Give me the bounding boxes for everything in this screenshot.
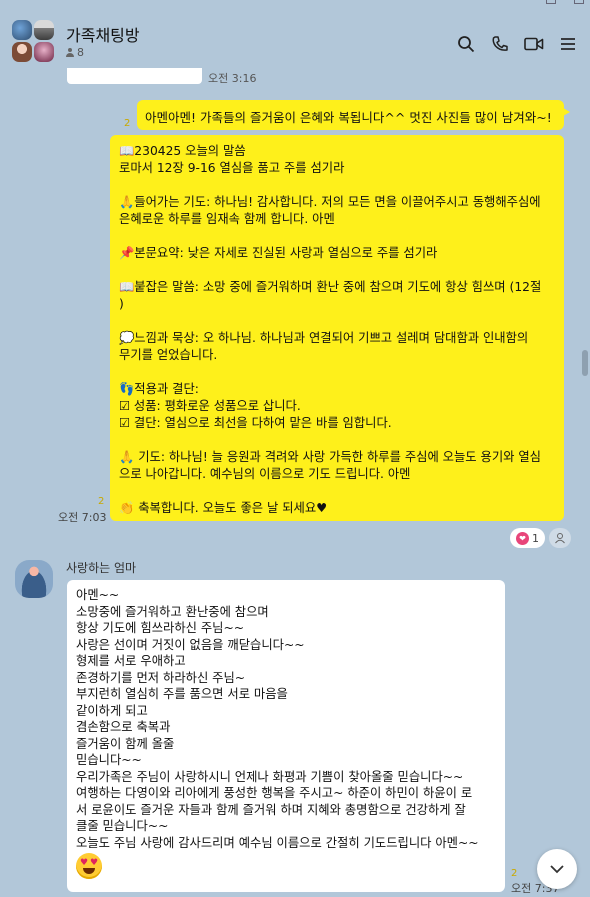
chat-title[interactable]: 가족채팅방 — [66, 22, 140, 46]
scrollbar-thumb[interactable] — [582, 350, 588, 376]
heart-eyes-emoji-icon: ♥ ♥ — [76, 853, 102, 879]
message-line: 🙏들어가는 기도: 하나님! 감사합니다. 저의 모든 면을 이끌어주시고 동행… — [119, 195, 541, 209]
message-line: 오늘도 주님 사랑에 감사드리며 예수님 이름으로 간절히 기도드립니다 아멘~… — [76, 835, 479, 850]
message-time: 오전 7:03 — [58, 511, 107, 524]
message-line: 은혜로운 하루를 임재속 함께 합니다. 아멘 — [119, 212, 335, 226]
message-line: 소망중에 즐거워하고 환난중에 참으며 — [76, 604, 269, 619]
other-message-bubble[interactable]: 아멘~~ 소망중에 즐거워하고 환난중에 참으며항상 기도에 힘쓰라하신 주님~~… — [67, 580, 505, 892]
chevron-down-icon — [550, 865, 564, 874]
message-line: 로마서 12장 9-16 열심을 품고 주를 섬기라 — [119, 161, 345, 175]
minimize-button[interactable] — [546, 0, 556, 4]
menu-icon[interactable] — [558, 34, 578, 54]
message-line: 겸손함으로 축복과 — [76, 720, 171, 734]
message-line: 👣적용과 결단: — [119, 382, 199, 396]
message-line: 사랑은 선이며 거짓이 없음을 깨닫습니다~~ — [76, 637, 305, 652]
message-bubble[interactable] — [67, 68, 202, 84]
message-line: 📖붙잡은 말씀: 소망 중에 즐거워하며 환난 중에 참으며 기도에 항상 힘쓰… — [119, 280, 542, 294]
message-list[interactable]: 오전 3:16 2 아멘아멘! 가족들의 즐거움이 은혜와 복됩니다^^ 멋진 … — [0, 68, 590, 897]
person-icon — [66, 48, 74, 57]
group-avatar[interactable] — [12, 20, 56, 64]
member-avatar — [12, 42, 32, 62]
message-line: 항상 기도에 힘쓰라하신 주님~~ — [76, 621, 245, 635]
maximize-button[interactable] — [574, 0, 584, 4]
video-icon[interactable] — [524, 34, 544, 54]
message-line: 우리가족은 주님이 사랑하시니 언제나 화평과 기쁨이 찾아올줄 믿습니다~~ — [76, 769, 464, 784]
message-line: ☑ 성품: 평화로운 성품으로 삽니다. — [119, 399, 301, 413]
person-icon — [555, 533, 565, 544]
message-line: 👏 축복합니다. 오늘도 좋은 날 되세요♥ — [119, 501, 328, 515]
member-avatar — [34, 20, 54, 40]
window-controls — [546, 0, 584, 4]
member-avatar — [12, 20, 32, 40]
message-line: 같이하게 되고 — [76, 703, 148, 718]
message-line: 형제를 서로 우애하고 — [76, 654, 186, 668]
message-line: 클줄 믿습니다~~ — [76, 819, 169, 833]
my-message-bubble[interactable]: 아멘아멘! 가족들의 즐거움이 은혜와 복됩니다^^ 멋진 사진들 많이 남겨와… — [137, 100, 570, 130]
phone-icon[interactable] — [490, 34, 510, 54]
message-line: 무기를 얻었습니다. — [119, 348, 218, 362]
message-line: 믿습니다~~ — [76, 753, 142, 767]
my-message-bubble[interactable]: 📖230425 오늘의 말씀로마서 12장 9-16 열심을 품고 주를 섬기라… — [110, 135, 564, 521]
message-line: 💭느낌과 묵상: 오 하나님. 하나님과 연결되어 기쁘고 설레며 담대함과 인… — [119, 331, 529, 345]
reaction-count: 1 — [532, 531, 539, 545]
add-reaction-button[interactable] — [549, 528, 571, 548]
message-line: 아멘~~ — [76, 588, 120, 602]
unread-count: 2 — [124, 118, 131, 129]
sender-avatar[interactable] — [15, 560, 53, 598]
message-time: 오전 3:16 — [208, 72, 257, 85]
message-line: 즐거움이 함께 올줄 — [76, 736, 175, 751]
unread-count: 2 — [511, 868, 518, 879]
sender-name[interactable]: 사랑하는 엄마 — [66, 559, 136, 576]
message-line: 부지런히 열심히 주를 품으면 서로 마음을 — [76, 687, 288, 701]
reaction-bar: ❤ 1 — [510, 528, 571, 548]
unread-count: 2 — [98, 496, 105, 507]
member-count-value: 8 — [77, 46, 84, 59]
message-line: 여행하는 다영이와 리아에게 풍성한 행복을 주시고~ 하준이 하민이 하윤이 … — [76, 786, 473, 800]
message-line: 📌본문요약: 낮은 자세로 진실된 사랑과 열심으로 주를 섬기라 — [119, 246, 438, 260]
heart-reaction[interactable]: ❤ 1 — [510, 528, 545, 548]
message-line: 🙏 기도: 하나님! 늘 응원과 격려와 사랑 가득한 하루를 주심에 오늘도 … — [119, 450, 541, 464]
message-line: 으로 나아갑니다. 예수님의 이름으로 기도 드립니다. 아멘 — [119, 467, 411, 481]
message-line: 서 로윤이도 즐거운 자들과 함께 즐거워 하며 지혜와 총명함으로 건강하게 … — [76, 802, 466, 817]
heart-icon: ❤ — [516, 531, 529, 545]
member-count[interactable]: 8 — [66, 46, 84, 59]
member-avatar — [34, 42, 54, 62]
scroll-to-bottom-button[interactable] — [537, 849, 577, 889]
message-line: ☑ 결단: 열심으로 최선을 다하여 맡은 바를 임합니다. — [119, 416, 392, 430]
message-line: ) — [119, 297, 124, 311]
search-icon[interactable] — [456, 34, 476, 54]
message-line: 존경하기를 먼저 하라하신 주님~ — [76, 670, 246, 685]
chat-header: 가족채팅방 8 — [0, 0, 590, 68]
message-line: 📖230425 오늘의 말씀 — [119, 144, 246, 158]
